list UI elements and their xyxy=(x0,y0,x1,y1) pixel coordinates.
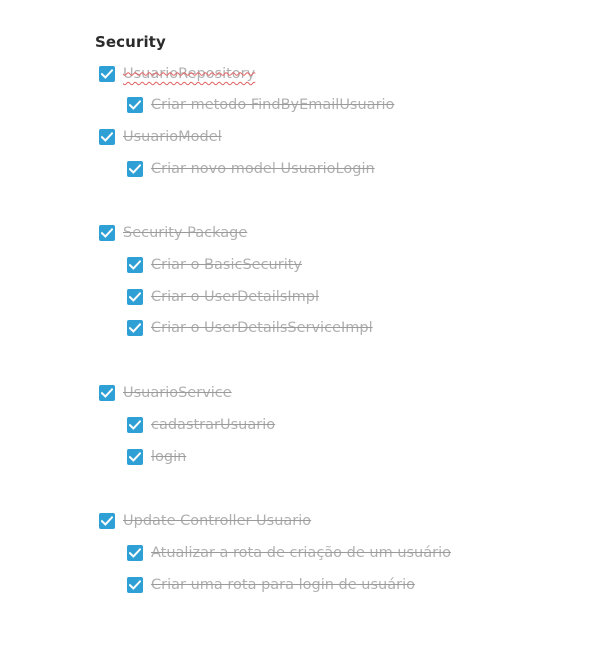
todo-item-atualizar-rota[interactable]: Atualizar a rota de criação de um usuári… xyxy=(127,543,451,563)
todo-label: Criar o UserDetailsServiceImpl xyxy=(151,320,373,336)
todo-item-login[interactable]: login xyxy=(127,447,186,467)
checkmark-icon xyxy=(129,100,141,110)
checkmark-icon xyxy=(129,580,141,590)
checkbox-checked-icon[interactable] xyxy=(99,129,115,145)
todo-item-criar-rota-login[interactable]: Criar uma rota para login de usuário xyxy=(127,575,415,595)
todo-label: UsuarioRepository xyxy=(123,66,256,82)
todo-item-criar-novo-model[interactable]: Criar novo model UsuarioLogin xyxy=(127,159,375,179)
checkbox-checked-icon[interactable] xyxy=(127,97,143,113)
todo-label: Criar o BasicSecurity xyxy=(151,257,302,273)
todo-label: UsuarioService xyxy=(123,385,232,401)
todo-item-usuario-repository[interactable]: UsuarioRepository xyxy=(99,64,255,84)
checkbox-checked-icon[interactable] xyxy=(127,577,143,593)
checkmark-icon xyxy=(129,260,141,270)
checkbox-checked-icon[interactable] xyxy=(127,320,143,336)
checkmark-icon xyxy=(129,323,141,333)
todo-label: Atualizar a rota de criação de um usuári… xyxy=(151,545,451,561)
checkbox-checked-icon[interactable] xyxy=(99,513,115,529)
checkbox-checked-icon[interactable] xyxy=(99,66,115,82)
todo-label: Update Controller Usuario xyxy=(123,513,312,529)
checkbox-checked-icon[interactable] xyxy=(99,225,115,241)
checkmark-icon xyxy=(101,388,113,398)
todo-item-cadastrar-usuario[interactable]: cadastrarUsuario xyxy=(127,415,275,435)
todo-item-update-controller[interactable]: Update Controller Usuario xyxy=(99,511,311,531)
checkmark-icon xyxy=(129,164,141,174)
checkmark-icon xyxy=(129,452,141,462)
section-title: Security xyxy=(95,33,166,51)
checkbox-checked-icon[interactable] xyxy=(127,449,143,465)
todo-label: UsuarioModel xyxy=(123,129,222,145)
todo-item-criar-metodo[interactable]: Criar metodo FindByEmailUsuario xyxy=(127,95,394,115)
todo-item-user-details-service-impl[interactable]: Criar o UserDetailsServiceImpl xyxy=(127,318,373,338)
todo-label: Criar novo model UsuarioLogin xyxy=(151,161,375,177)
checkbox-checked-icon[interactable] xyxy=(127,257,143,273)
todo-item-basic-security[interactable]: Criar o BasicSecurity xyxy=(127,255,302,275)
todo-label: Criar metodo FindByEmailUsuario xyxy=(151,97,395,113)
todo-item-user-details-impl[interactable]: Criar o UserDetailsImpl xyxy=(127,287,319,307)
checkbox-checked-icon[interactable] xyxy=(127,161,143,177)
todo-label: Criar o UserDetailsImpl xyxy=(151,289,320,305)
checkmark-icon xyxy=(101,69,113,79)
checkbox-checked-icon[interactable] xyxy=(127,417,143,433)
checkbox-checked-icon[interactable] xyxy=(127,289,143,305)
checkmark-icon xyxy=(101,516,113,526)
checkmark-icon xyxy=(101,132,113,142)
checkmark-icon xyxy=(101,228,113,238)
checkmark-icon xyxy=(129,548,141,558)
todo-item-security-package[interactable]: Security Package xyxy=(99,223,247,243)
todo-item-usuario-service[interactable]: UsuarioService xyxy=(99,383,232,403)
todo-item-usuario-model[interactable]: UsuarioModel xyxy=(99,127,222,147)
checkmark-icon xyxy=(129,420,141,430)
checkbox-checked-icon[interactable] xyxy=(127,545,143,561)
todo-label: Security Package xyxy=(123,225,248,241)
checkmark-icon xyxy=(129,292,141,302)
todo-label: cadastrarUsuario xyxy=(151,417,276,433)
todo-label: login xyxy=(151,449,187,465)
todo-label: Criar uma rota para login de usuário xyxy=(151,577,415,593)
checkbox-checked-icon[interactable] xyxy=(99,385,115,401)
